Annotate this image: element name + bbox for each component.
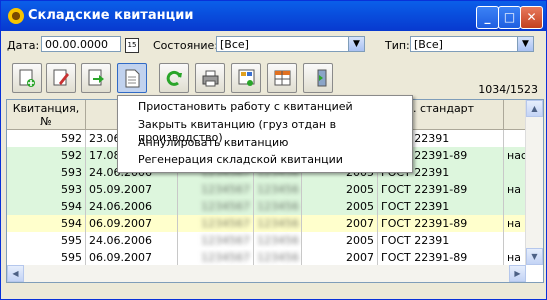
header-extra[interactable] — [504, 100, 526, 130]
cell-date: 24.06.2006 — [86, 198, 178, 215]
scroll-right-button[interactable]: ▶ — [509, 265, 526, 282]
receipt-actions-button[interactable] — [117, 63, 147, 93]
cell-year: 2005 — [302, 198, 378, 215]
exit-button[interactable] — [303, 63, 333, 93]
cell-extra: на г — [504, 181, 526, 198]
cell-receipt-number: 595 — [7, 232, 86, 249]
vertical-scrollbar[interactable]: ▲ ▼ — [525, 100, 543, 265]
exit-door-icon — [311, 69, 327, 87]
refresh-icon — [166, 70, 182, 86]
cell-year: 2007 — [302, 249, 378, 266]
menu-item-regenerate[interactable]: Регенерация складской квитанции — [138, 153, 343, 166]
receipt-context-menu: Приостановить работу с квитанцией Закрыт… — [117, 95, 413, 173]
cell-receipt-number: 593 — [7, 164, 86, 181]
cell-receipt-number: 592 — [7, 147, 86, 164]
report-button[interactable] — [231, 63, 261, 93]
table-row[interactable]: 594 24.06.2006 1234567 123456 2005 ГОСТ 22391 — [7, 198, 526, 215]
type-select[interactable]: [Все] — [410, 36, 518, 52]
record-counter: 1034/1523 — [478, 83, 538, 96]
cell-standard: ГОСТ 22391 — [378, 232, 504, 249]
menu-item-cancel-receipt[interactable]: Аннулировать квитанцию — [138, 136, 288, 149]
new-receipt-button[interactable] — [12, 63, 42, 93]
edit-receipt-button[interactable] — [46, 63, 76, 93]
horizontal-scrollbar[interactable]: ◀ ▶ — [7, 265, 526, 282]
cell-receipt-number: 594 — [7, 198, 86, 215]
state-label: Состояние: — [153, 39, 219, 52]
window-title: Складские квитанции — [28, 8, 194, 23]
cell-extra: нас — [504, 147, 526, 164]
cell-date: 05.09.2007 — [86, 181, 178, 198]
table-export-button[interactable] — [267, 63, 297, 93]
new-document-icon — [19, 69, 35, 87]
cell-year: 2005 — [302, 181, 378, 198]
date-label: Дата: — [7, 39, 40, 52]
document-icon — [125, 69, 140, 88]
refresh-button[interactable] — [159, 63, 189, 93]
cell-standard: ГОСТ 22391-89 — [378, 215, 504, 232]
forward-document-icon — [88, 69, 104, 86]
menu-item-suspend[interactable]: Приостановить работу с квитанцией — [138, 100, 353, 113]
cell-date: 06.09.2007 — [86, 215, 178, 232]
sunflower-icon — [8, 8, 24, 24]
table-row[interactable]: 593 05.09.2007 1234567 123456 2005 ГОСТ 22391… — [7, 181, 526, 198]
main-window: Складские квитанции _ □ ✕ Дата: 00.00.00… — [0, 0, 547, 300]
type-dropdown-arrow[interactable]: ▼ — [517, 36, 534, 52]
report-icon — [238, 69, 255, 86]
title-bar[interactable]: Складские квитанции _ □ ✕ — [1, 1, 546, 31]
cell-col4: 123456 — [254, 232, 302, 249]
cell-year: 2005 — [302, 232, 378, 249]
cell-col3: 1234567 — [178, 198, 254, 215]
maximize-button[interactable]: □ — [498, 6, 521, 29]
state-select[interactable]: [Все] — [216, 36, 349, 52]
close-button[interactable]: ✕ — [520, 6, 543, 29]
cell-col3: 1234567 — [178, 232, 254, 249]
date-field[interactable]: 00.00.0000 — [41, 36, 121, 52]
cell-col3: 1234567 — [178, 181, 254, 198]
calendar-icon[interactable]: 15 — [125, 38, 139, 53]
cell-col4: 123456 — [254, 249, 302, 266]
cell-extra — [504, 164, 526, 181]
cell-standard: ГОСТ 22391-89 — [378, 181, 504, 198]
printer-icon — [202, 70, 219, 87]
scroll-down-button[interactable]: ▼ — [526, 248, 543, 265]
cell-col3: 1234567 — [178, 249, 254, 266]
table-row[interactable]: 595 24.06.2006 1234567 123456 2005 ГОСТ 22391 — [7, 232, 526, 249]
type-label: Тип: — [385, 39, 410, 52]
table-row[interactable]: 594 06.09.2007 1234567 123456 2007 ГОСТ 22391… — [7, 215, 526, 232]
cell-col4: 123456 — [254, 215, 302, 232]
scroll-up-button[interactable]: ▲ — [526, 100, 543, 117]
cell-col3: 1234567 — [178, 215, 254, 232]
cell-receipt-number: 594 — [7, 215, 86, 232]
cell-date: 06.09.2007 — [86, 249, 178, 266]
cell-extra — [504, 232, 526, 249]
print-button[interactable] — [195, 63, 225, 93]
export-receipt-button[interactable] — [81, 63, 111, 93]
cell-receipt-number: 592 — [7, 130, 86, 147]
cell-year: 2007 — [302, 215, 378, 232]
table-row[interactable]: 595 06.09.2007 1234567 123456 2007 ГОСТ 22391… — [7, 249, 526, 266]
cell-extra: на г — [504, 215, 526, 232]
state-dropdown-arrow[interactable]: ▼ — [348, 36, 365, 52]
edit-document-icon — [53, 69, 69, 86]
header-receipt-number[interactable]: Квитанция, № — [7, 100, 86, 130]
cell-date: 24.06.2006 — [86, 232, 178, 249]
cell-col4: 123456 — [254, 181, 302, 198]
cell-col4: 123456 — [254, 198, 302, 215]
minimize-button[interactable]: _ — [476, 6, 499, 29]
cell-extra — [504, 198, 526, 215]
cell-extra — [504, 130, 526, 147]
table-icon — [274, 70, 291, 86]
cell-standard: ГОСТ 22391-89 — [378, 249, 504, 266]
cell-receipt-number: 595 — [7, 249, 86, 266]
cell-extra: на г — [504, 249, 526, 266]
cell-standard: ГОСТ 22391 — [378, 198, 504, 215]
cell-receipt-number: 593 — [7, 181, 86, 198]
scroll-left-button[interactable]: ◀ — [7, 265, 24, 282]
